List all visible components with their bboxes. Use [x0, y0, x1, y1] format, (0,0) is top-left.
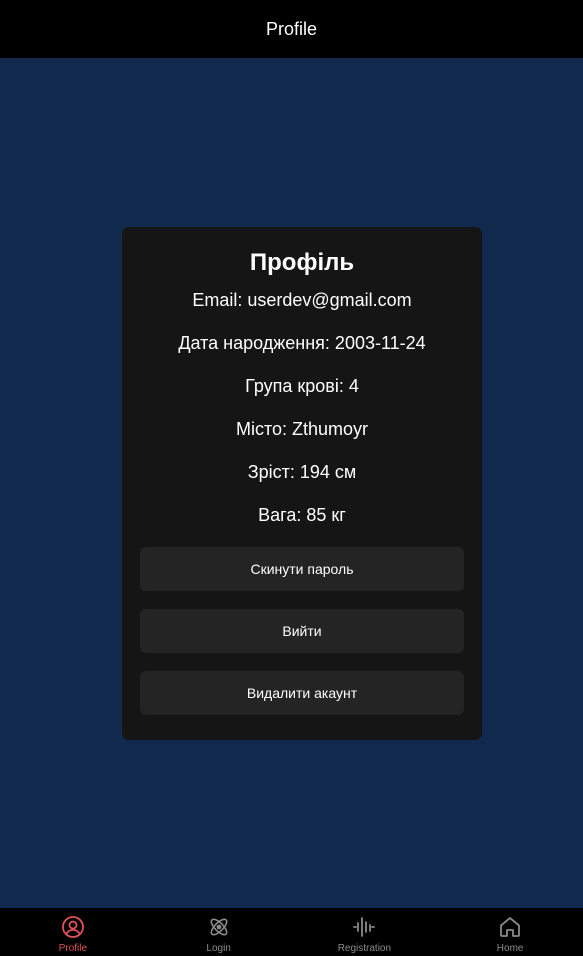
profile-card: Профіль Email: userdev@gmail.com Дата на…: [122, 227, 482, 740]
profile-weight: Вага: 85 кг: [258, 505, 346, 525]
profile-city: Місто: Zthumoyr: [235, 419, 369, 439]
nav-label-profile: Profile: [58, 943, 88, 953]
user-circle-icon: [61, 916, 84, 938]
atom-icon: [210, 918, 228, 936]
nav-label-home: Home: [496, 943, 524, 953]
waveform-icon: [353, 917, 376, 937]
main-content: Профіль Email: userdev@gmail.com Дата на…: [0, 58, 583, 908]
profile-actions: Скинути пароль Вийти Видалити акаунт: [140, 547, 464, 715]
nav-label-login: Login: [206, 943, 231, 953]
nav-item-login[interactable]: Login: [146, 908, 292, 956]
profile-blood-group: Група крові: 4: [245, 376, 359, 396]
nav-item-registration[interactable]: Registration: [292, 908, 438, 956]
profile-card-title: Профіль: [249, 249, 355, 276]
delete-account-button[interactable]: Видалити акаунт: [140, 671, 464, 715]
profile-email: Email: userdev@gmail.com: [192, 290, 412, 310]
page-title: Profile: [265, 18, 318, 39]
top-app-bar: Profile: [0, 0, 583, 58]
bottom-navigation: Profile Login Registration Home: [0, 908, 583, 956]
profile-birthdate: Дата народження: 2003-11-24: [178, 333, 426, 353]
nav-item-profile[interactable]: Profile: [0, 908, 146, 956]
profile-height: Зріст: 194 см: [247, 462, 357, 482]
home-icon: [500, 917, 521, 937]
nav-item-home[interactable]: Home: [437, 908, 583, 956]
reset-password-button[interactable]: Скинути пароль: [140, 547, 464, 591]
nav-label-registration: Registration: [337, 943, 392, 953]
logout-button[interactable]: Вийти: [140, 609, 464, 653]
